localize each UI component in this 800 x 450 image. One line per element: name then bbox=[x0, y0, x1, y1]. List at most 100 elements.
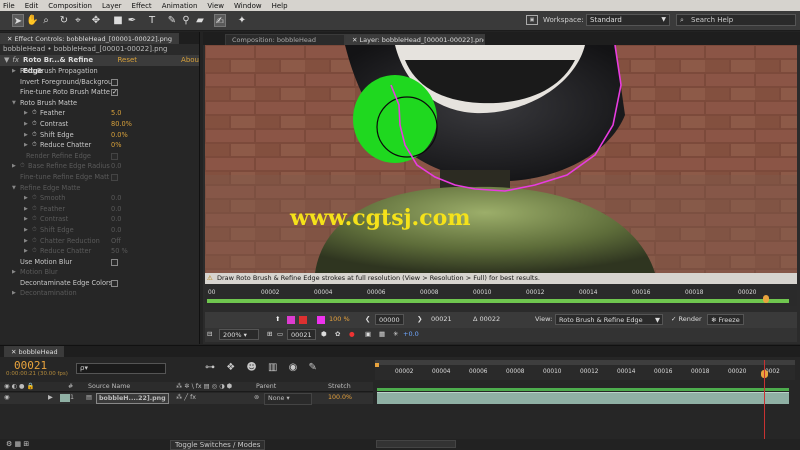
effect-property-row[interactable]: ▼ Refine Edge Matte bbox=[0, 183, 199, 194]
roto-brush-tool-icon[interactable]: ✍ bbox=[214, 14, 226, 27]
property-value[interactable]: 0.0 bbox=[111, 161, 122, 172]
effect-property-row[interactable]: ▶ ⏱ Base Refine Edge Radius 0.0 bbox=[0, 161, 199, 172]
red-swatch[interactable] bbox=[299, 316, 307, 324]
twirl-down-icon[interactable]: ▼ bbox=[4, 55, 9, 66]
hand-tool-icon[interactable]: ✋ bbox=[26, 14, 38, 27]
layer-row[interactable]: ◉ ▶ 1 ▤ bobbleH....22].png ⁂ ╱ fx ⊚ None… bbox=[0, 393, 373, 405]
work-area-bar[interactable] bbox=[207, 299, 789, 303]
freeze-button[interactable]: ❄ Freeze bbox=[707, 314, 744, 325]
channel-icon[interactable]: ● bbox=[349, 329, 355, 340]
selection-tool-icon[interactable]: ➤ bbox=[12, 14, 24, 27]
zoom-tool-icon[interactable]: ⌕ bbox=[40, 14, 52, 27]
twirl-right-icon[interactable]: ▶ bbox=[24, 225, 28, 236]
exposure-value[interactable]: +0.0 bbox=[403, 329, 419, 340]
twirl-right-icon[interactable]: ▶ bbox=[12, 161, 16, 172]
twirl-right-icon[interactable]: ▶ bbox=[24, 119, 28, 130]
layer-duration-bar[interactable] bbox=[377, 392, 789, 404]
magnification-select[interactable]: 200% ▾ bbox=[219, 329, 259, 340]
stopwatch-icon[interactable]: ⏱ bbox=[32, 225, 37, 236]
property-value[interactable]: 5.0 bbox=[111, 108, 122, 119]
frame-field[interactable]: 00021 bbox=[287, 329, 316, 340]
tab-timeline[interactable]: ✕ bobbleHead bbox=[4, 346, 64, 357]
parent-icon[interactable]: ⊚ bbox=[254, 393, 259, 403]
twirl-down-icon[interactable]: ▼ bbox=[12, 98, 16, 109]
property-value[interactable]: 50 % bbox=[111, 246, 128, 257]
property-checkbox[interactable] bbox=[111, 87, 118, 98]
rotation-tool-icon[interactable]: ↻ bbox=[58, 14, 70, 27]
effect-property-row[interactable]: ▶ Motion Blur bbox=[0, 267, 199, 278]
twirl-right-icon[interactable]: ▶ bbox=[24, 108, 28, 119]
effect-property-row[interactable]: ▶ ⏱ Shift Edge 0.0 bbox=[0, 225, 199, 236]
zoom-slider[interactable] bbox=[376, 440, 456, 448]
menu-edit[interactable]: Edit bbox=[25, 2, 39, 10]
graph-editor-icon[interactable]: ✎ bbox=[309, 362, 317, 373]
camera-tool-icon[interactable]: ⌖ bbox=[72, 14, 84, 27]
tab-effect-controls[interactable]: ✕ Effect Controls: bobbleHead_[00001-000… bbox=[0, 33, 180, 44]
puppet-tool-icon[interactable]: ✦ bbox=[236, 14, 248, 27]
grid-icon[interactable]: ⊞ bbox=[267, 329, 272, 340]
stopwatch-icon[interactable]: ⏱ bbox=[32, 246, 37, 257]
region-of-interest-icon[interactable]: ▣ bbox=[365, 329, 371, 340]
timeline-ruler[interactable]: 00002 00004 00006 00008 00010 00012 00014 00016… bbox=[375, 360, 795, 380]
twirl-right-icon[interactable]: ▶ bbox=[24, 193, 28, 204]
stretch-value[interactable]: 100.0% bbox=[328, 393, 352, 403]
current-time-field[interactable]: 00021 bbox=[431, 314, 452, 325]
property-checkbox[interactable] bbox=[111, 279, 118, 287]
menu-window[interactable]: Window bbox=[234, 2, 262, 10]
always-preview-icon[interactable]: ⊟ bbox=[207, 329, 212, 340]
property-checkbox[interactable] bbox=[111, 258, 118, 266]
effect-property-row[interactable]: ▶ ⏱ Chatter Reduction Off bbox=[0, 236, 199, 247]
stopwatch-icon[interactable]: ⏱ bbox=[20, 161, 25, 172]
twirl-right-icon[interactable]: ▶ bbox=[48, 393, 53, 403]
stopwatch-icon[interactable]: ⏱ bbox=[32, 119, 37, 130]
brush-tool-icon[interactable]: ✎ bbox=[166, 14, 178, 27]
menu-effect[interactable]: Effect bbox=[132, 2, 152, 10]
property-checkbox[interactable] bbox=[111, 173, 118, 181]
pan-behind-tool-icon[interactable]: ✥ bbox=[90, 14, 102, 27]
stopwatch-icon[interactable]: ⏱ bbox=[32, 204, 37, 215]
type-tool-icon[interactable]: T bbox=[146, 14, 158, 27]
transparency-grid-icon[interactable]: ▦ bbox=[379, 329, 385, 340]
effect-property-row[interactable]: ▶ ⏱ Shift Edge 0.0% bbox=[0, 130, 199, 141]
work-area-start[interactable] bbox=[375, 363, 379, 367]
effect-property-row[interactable]: ▶ Decontamination bbox=[0, 288, 199, 299]
property-value[interactable]: 0.0 bbox=[111, 204, 122, 215]
effect-property-row[interactable]: ▶ ⏱ Feather 5.0 bbox=[0, 108, 199, 119]
stopwatch-icon[interactable]: ⏱ bbox=[32, 214, 37, 225]
label-color[interactable] bbox=[60, 394, 70, 402]
property-value[interactable]: 80.0% bbox=[111, 119, 132, 130]
twirl-right-icon[interactable]: ▶ bbox=[12, 267, 16, 278]
frame-blending-icon[interactable]: ▥ bbox=[268, 362, 277, 373]
show-snapshot-icon[interactable]: ✿ bbox=[335, 329, 340, 340]
property-value[interactable]: 0.0 bbox=[111, 214, 122, 225]
layer-viewer[interactable]: www.cgtsj.com bbox=[205, 45, 797, 273]
menu-help[interactable]: Help bbox=[272, 2, 288, 10]
property-checkbox[interactable] bbox=[111, 152, 118, 160]
stopwatch-icon[interactable]: ⏱ bbox=[32, 130, 37, 141]
magenta-swatch[interactable] bbox=[317, 316, 325, 324]
in-point-icon[interactable]: ⬆ bbox=[275, 314, 280, 325]
next-frame-button[interactable]: ❯ bbox=[417, 314, 422, 325]
twirl-right-icon[interactable]: ▶ bbox=[24, 140, 28, 151]
clone-stamp-tool-icon[interactable]: ⚲ bbox=[180, 14, 192, 27]
workspace-panel-icon[interactable]: ▣ bbox=[526, 15, 538, 25]
reset-button[interactable]: Reset bbox=[117, 55, 137, 66]
pen-tool-icon[interactable]: ✒ bbox=[126, 14, 138, 27]
property-value[interactable]: Off bbox=[111, 236, 121, 247]
twirl-right-icon[interactable]: ▶ bbox=[24, 130, 28, 141]
prev-frame-button[interactable]: ❮ bbox=[365, 314, 370, 325]
effect-property-row[interactable]: ▼ Roto Brush Matte bbox=[0, 98, 199, 109]
eye-icon[interactable]: ◉ bbox=[4, 393, 10, 403]
start-time-field[interactable]: 00000 bbox=[375, 314, 404, 325]
effect-property-row[interactable]: ▶ ⏱ Contrast 80.0% bbox=[0, 119, 199, 130]
layer-time-ruler[interactable]: 00 00002 00004 00006 00008 00010 00012 00014 000… bbox=[205, 290, 797, 306]
rectangle-tool-icon[interactable]: ■ bbox=[112, 14, 124, 27]
overlay-percent[interactable]: 100 % bbox=[329, 314, 350, 325]
effect-property-row[interactable]: Fine-tune Refine Edge Matt bbox=[0, 172, 199, 183]
effect-property-row[interactable]: ▶ ⏱ Reduce Chatter 50 % bbox=[0, 246, 199, 257]
menu-animation[interactable]: Animation bbox=[162, 2, 198, 10]
effect-property-row[interactable]: ▶ ⏱ Reduce Chatter 0% bbox=[0, 140, 199, 151]
render-checkbox[interactable]: ✓ Render bbox=[671, 314, 702, 325]
workspace-select[interactable]: Standard ▼ bbox=[586, 14, 670, 26]
twirl-right-icon[interactable]: ▶ bbox=[24, 214, 28, 225]
